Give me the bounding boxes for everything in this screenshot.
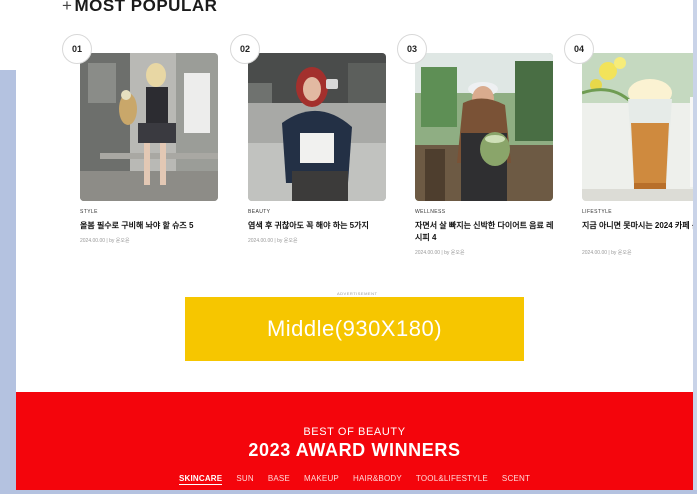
article-category: STYLE — [80, 209, 98, 215]
tab-scent[interactable]: SCENT — [502, 474, 530, 485]
middle-ad-banner[interactable]: Middle(930X180) — [185, 297, 524, 361]
article-meta: 2024.00.00 | by 윤오윤 — [80, 238, 130, 244]
tab-sun[interactable]: SUN — [236, 474, 254, 485]
window-left-edge — [0, 0, 16, 494]
ad-label: ADVERTISEMENT — [337, 291, 378, 296]
article-thumbnail[interactable] — [248, 53, 386, 201]
tab-makeup[interactable]: MAKEUP — [304, 474, 339, 485]
award-category-tabs: SKINCARE SUN BASE MAKEUP HAIR&BODY TOOL&… — [16, 474, 693, 485]
page-content: + MOST POPULAR 01 STYLE 올봄 필수로 구비해 놔야 할 … — [16, 0, 693, 490]
article-category: LIFESTYLE — [582, 209, 612, 215]
section-title-text: MOST POPULAR — [74, 0, 218, 15]
window-right-edge — [693, 0, 697, 494]
rank-badge: 04 — [564, 34, 594, 64]
article-title[interactable]: 자면서 살 빠지는 신박한 다이어트 음료 레시피 4 — [415, 220, 555, 244]
tab-hair-body[interactable]: HAIR&BODY — [353, 474, 402, 485]
tab-base[interactable]: BASE — [268, 474, 290, 485]
article-category: BEAUTY — [248, 209, 271, 215]
plus-icon: + — [62, 0, 73, 15]
award-subtitle: BEST OF BEAUTY — [303, 426, 406, 438]
article-category: WELLNESS — [415, 209, 446, 215]
article-meta: 2024.00.00 | by 윤오윤 — [415, 250, 465, 256]
article-title[interactable]: 올봄 필수로 구비해 놔야 할 슈즈 5 — [80, 220, 220, 232]
article-thumbnail[interactable] — [582, 53, 693, 201]
award-section: BEST OF BEAUTY 2023 AWARD WINNERS SKINCA… — [16, 392, 693, 490]
tab-skincare[interactable]: SKINCARE — [178, 474, 223, 485]
article-meta: 2024.00.00 | by 윤오윤 — [582, 250, 632, 256]
rank-badge: 02 — [230, 34, 260, 64]
window-bottom-edge — [0, 490, 697, 494]
article-thumbnail[interactable] — [80, 53, 218, 201]
article-title[interactable]: 지금 아니면 못마시는 2024 카페 봄 메뉴 — [582, 220, 693, 232]
article-meta: 2024.00.00 | by 윤오윤 — [248, 238, 298, 244]
rank-badge: 01 — [62, 34, 92, 64]
article-thumbnail[interactable] — [415, 53, 553, 201]
rank-badge: 03 — [397, 34, 427, 64]
section-title: + MOST POPULAR — [62, 0, 217, 16]
article-title[interactable]: 염색 후 귀찮아도 꼭 해야 하는 5가지 — [248, 220, 388, 232]
award-title: 2023 AWARD WINNERS — [248, 440, 461, 460]
tab-tool-lifestyle[interactable]: TOOL&LIFESTYLE — [416, 474, 488, 485]
